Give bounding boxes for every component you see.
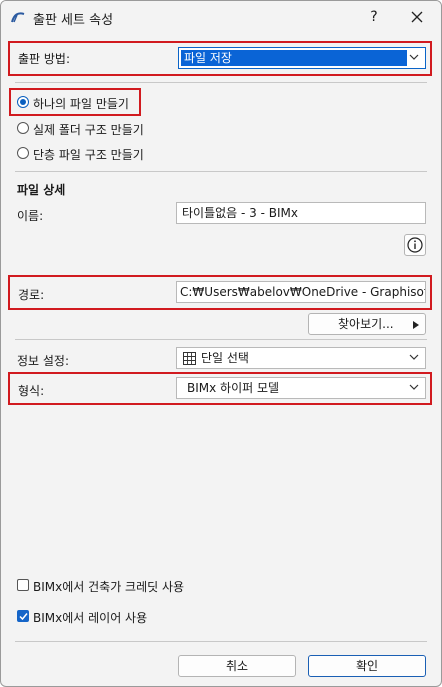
divider (15, 339, 427, 340)
help-button[interactable]: ? (361, 5, 387, 29)
checkbox-label: BIMx에서 레이어 사용 (33, 611, 148, 625)
name-label: 이름: (17, 209, 44, 223)
format-label: 형식: (18, 384, 45, 398)
publish-method-value: 파일 저장 (181, 50, 407, 66)
chevron-right-icon (413, 321, 419, 329)
checkbox[interactable] (17, 610, 29, 622)
publish-method-label: 출판 방법: (18, 52, 71, 66)
browse-button[interactable]: 찾아보기... (308, 313, 426, 335)
radio-label: 실제 폴더 구조 만들기 (33, 123, 144, 137)
close-button[interactable] (403, 5, 431, 29)
chevron-down-icon (409, 54, 419, 60)
format-value: BIMx 하이퍼 모델 (187, 381, 280, 395)
name-input[interactable]: 타이틀없음 - 3 - BIMx (176, 202, 426, 224)
info-settings-select[interactable]: 단일 선택 (176, 347, 426, 369)
info-settings-label: 정보 설정: (17, 354, 70, 368)
checkmark-icon (19, 613, 28, 621)
ok-button[interactable]: 확인 (308, 655, 426, 677)
window-title: 출판 세트 속성 (33, 13, 114, 28)
radio-label: 단층 파일 구조 만들기 (33, 148, 144, 162)
info-icon (407, 237, 423, 253)
cancel-button[interactable]: 취소 (178, 655, 296, 677)
archicad-logo-icon (11, 12, 25, 23)
checkbox-label: BIMx에서 건축가 크레딧 사용 (33, 580, 185, 594)
publisher-set-properties-dialog: 출판 세트 속성 ? 출판 방법: 파일 저장 하나의 파일 만들기 실제 폴더… (0, 0, 442, 687)
info-button[interactable] (404, 234, 426, 256)
info-settings-value: 단일 선택 (201, 351, 249, 365)
checkbox[interactable] (17, 579, 29, 591)
radio-button[interactable] (17, 147, 29, 159)
path-input[interactable]: C:₩Users₩abelov₩OneDrive - Graphisoft SE… (176, 281, 426, 303)
radio-button[interactable] (17, 96, 29, 108)
chevron-down-icon (409, 354, 419, 360)
radio-button[interactable] (17, 122, 29, 134)
chevron-down-icon (409, 384, 419, 390)
close-icon (411, 11, 423, 23)
divider (15, 171, 427, 172)
format-select[interactable]: BIMx 하이퍼 모델 (176, 377, 426, 399)
divider (15, 82, 427, 83)
publish-method-select[interactable]: 파일 저장 (178, 47, 426, 69)
radio-label: 하나의 파일 만들기 (33, 97, 129, 111)
divider (15, 641, 427, 642)
grid-icon (183, 352, 196, 365)
browse-label: 찾아보기... (338, 317, 394, 331)
file-details-heading: 파일 상세 (17, 183, 66, 197)
title-bar: 출판 세트 속성 ? (1, 1, 441, 33)
path-label: 경로: (18, 288, 45, 302)
